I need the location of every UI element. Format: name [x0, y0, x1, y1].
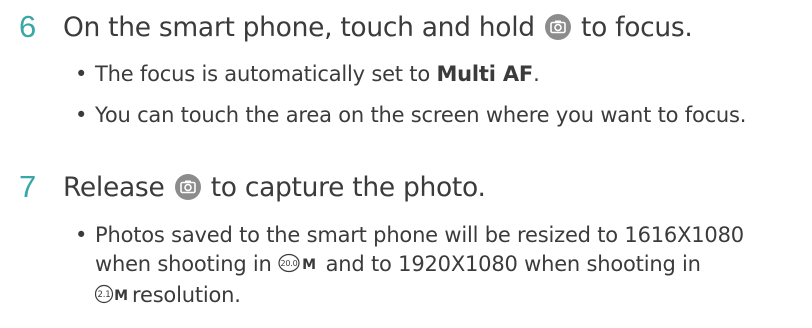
note-text: You can touch the area on the screen whe… [95, 103, 747, 127]
resolution-20m-icon: 20.0 M [278, 252, 318, 281]
step-7-heading: 7 Release to capture the photo. [0, 166, 812, 210]
note-text: when shooting in [95, 252, 272, 276]
resolution-value: 2.1 [98, 290, 111, 300]
resolution-unit: M [114, 288, 128, 304]
list-item: • Photos saved to the smart phone will b… [0, 221, 812, 312]
note-text: Photos saved to the smart phone will be … [95, 223, 744, 247]
instruction-text: to capture the photo. [210, 172, 486, 203]
resolution-value: 20.0 [281, 259, 298, 268]
step-6-heading: 6 On the smart phone, touch and hold to … [0, 6, 812, 50]
step-6-notes: • The focus is automatically set to Mult… [0, 60, 812, 130]
note-text: The focus is automatically set to [95, 62, 430, 86]
instruction-text: On the smart phone, touch and hold [63, 12, 535, 43]
note-text: resolution. [132, 283, 241, 307]
resolution-unit: M [302, 257, 316, 273]
bullet-dot: • [75, 223, 88, 247]
note-text: . [533, 62, 540, 86]
resolution-2-1m-icon: 2.1 M [94, 283, 131, 312]
camera-shutter-icon [544, 14, 571, 40]
instruction-text: Release [63, 172, 165, 203]
step-7-notes: • Photos saved to the smart phone will b… [0, 221, 812, 312]
step-instruction: On the smart phone, touch and hold to fo… [63, 8, 693, 48]
step-7: 7 Release to capture the photo. • Photos… [0, 166, 812, 312]
list-item: • The focus is automatically set to Mult… [0, 60, 812, 89]
bullet-dot: • [75, 103, 88, 127]
camera-shutter-icon [174, 174, 201, 200]
af-mode-name: Multi AF [436, 62, 534, 86]
step-6: 6 On the smart phone, touch and hold to … [0, 6, 812, 130]
list-item: • You can touch the area on the screen w… [0, 101, 812, 130]
bullet-dot: • [75, 62, 88, 86]
step-instruction: Release to capture the photo. [63, 168, 486, 208]
note-text: and to 1920X1080 when shooting in [325, 252, 701, 276]
instruction-text: to focus. [581, 12, 693, 43]
step-number: 6 [19, 9, 37, 44]
step-number: 7 [19, 169, 37, 204]
